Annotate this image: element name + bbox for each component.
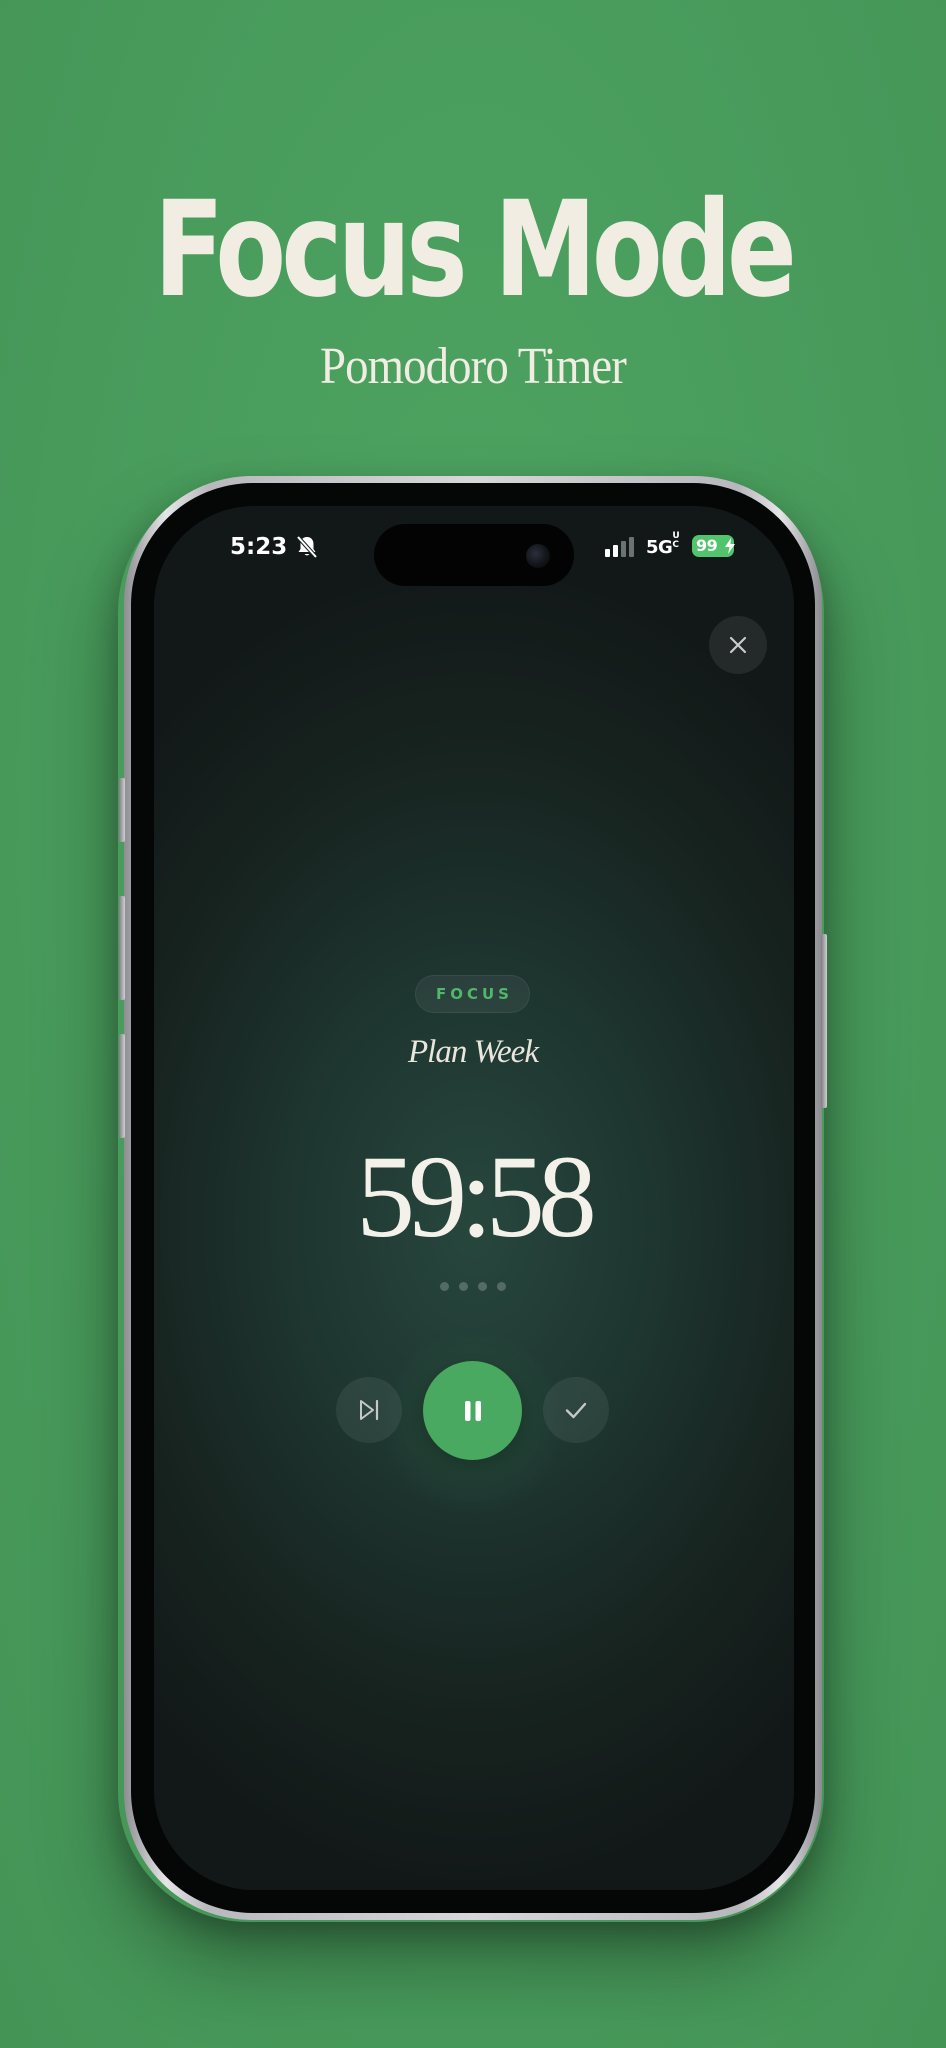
volume-down-button [119, 1034, 125, 1138]
bell-slash-icon [296, 535, 318, 559]
network-suffix: UC [672, 531, 680, 550]
camera-icon [526, 544, 550, 568]
pomodoro-dot [440, 1281, 449, 1291]
countdown-timer: 59:58 [356, 1131, 597, 1262]
promo-title: Focus Mode [153, 173, 797, 327]
action-button [119, 778, 125, 842]
pomodoro-dot [459, 1281, 468, 1291]
volume-up-button [119, 896, 125, 1000]
complete-button[interactable] [543, 1377, 609, 1443]
mode-badge: FOCUS [415, 975, 530, 1013]
pomodoro-dot [478, 1281, 487, 1291]
pomodoro-dot [497, 1281, 506, 1291]
close-icon [729, 636, 747, 654]
status-time: 5:23 [230, 534, 288, 560]
power-button [821, 934, 827, 1108]
pomodoro-progress-dots [440, 1281, 506, 1291]
network-indicator: 5GUC [646, 532, 681, 563]
pause-button[interactable] [423, 1361, 522, 1460]
task-name: Plan Week [408, 1034, 539, 1070]
network-type: 5G [646, 537, 673, 558]
skip-forward-icon [360, 1399, 379, 1421]
pause-icon [464, 1400, 481, 1421]
cellular-signal-icon [605, 537, 634, 557]
close-button[interactable] [709, 616, 767, 674]
promo-subtitle: Pomodoro Timer [320, 338, 627, 395]
charging-bolt-icon [725, 538, 735, 554]
battery-level: 99 [696, 536, 718, 555]
checkmark-icon [565, 1402, 587, 1419]
